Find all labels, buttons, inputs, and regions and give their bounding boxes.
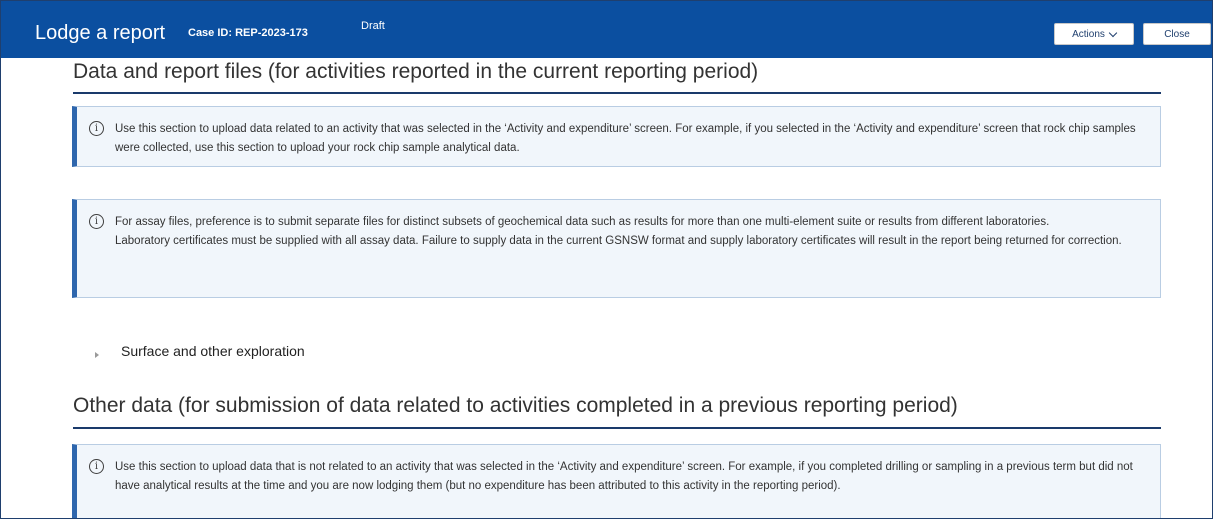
close-button[interactable]: Close	[1143, 23, 1211, 45]
info-icon: i	[89, 214, 104, 229]
info-paragraph: Use this section to upload data that is …	[115, 461, 1133, 492]
section-divider	[73, 427, 1161, 429]
info-paragraph: For assay files, preference is to submit…	[115, 216, 1050, 228]
info-text: Use this section to upload data related …	[115, 120, 1155, 158]
dialog-title: Lodge a report	[35, 22, 166, 44]
info-icon: i	[89, 459, 104, 474]
info-box-upload-data: i Use this section to upload data relate…	[72, 106, 1161, 167]
case-id: Case ID: REP-2023-173	[188, 27, 308, 39]
dialog-header: Lodge a report Case ID: REP-2023-173 Dra…	[1, 1, 1212, 58]
section-heading-current-period: Data and report files (for activities re…	[73, 60, 759, 83]
status-badge: Draft	[361, 20, 385, 32]
expander-label: Surface and other exploration	[121, 343, 305, 359]
info-paragraph: Use this section to upload data related …	[115, 123, 1136, 154]
info-box-other-data: i Use this section to upload data that i…	[72, 444, 1161, 518]
chevron-down-icon	[1108, 28, 1118, 37]
actions-button-label: Actions	[1072, 28, 1105, 40]
info-paragraph: Laboratory certificates must be supplied…	[115, 235, 1122, 247]
info-text: For assay files, preference is to submit…	[115, 213, 1155, 251]
info-box-assay-files: i For assay files, preference is to subm…	[72, 199, 1161, 298]
info-text: Use this section to upload data that is …	[115, 458, 1155, 496]
close-button-label: Close	[1164, 28, 1190, 40]
info-icon: i	[89, 121, 104, 136]
section-divider	[73, 92, 1161, 94]
lodge-report-dialog: Lodge a report Case ID: REP-2023-173 Dra…	[0, 0, 1213, 519]
surface-exploration-expander[interactable]: Surface and other exploration	[95, 343, 305, 359]
section-heading-other-data: Other data (for submission of data relat…	[73, 394, 958, 417]
triangle-right-icon	[95, 352, 99, 358]
actions-button[interactable]: Actions	[1054, 23, 1134, 45]
